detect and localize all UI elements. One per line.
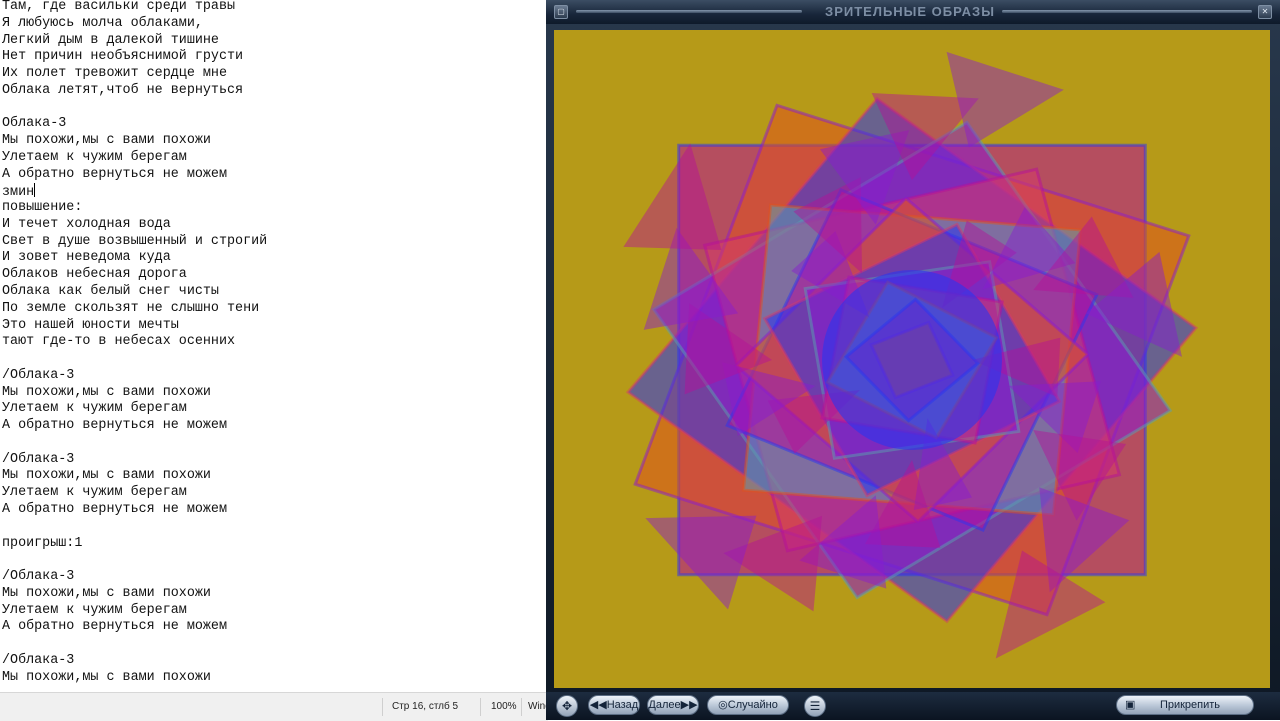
status-separator — [480, 698, 481, 716]
pin-icon: ▣ — [1125, 699, 1136, 711]
editor-line: Улетаем к чужим берегам — [2, 401, 187, 417]
editor-line: змин — [2, 183, 36, 201]
editor-line: Мы похожи,мы с вами похожи — [2, 133, 211, 149]
status-bar: Стр 16, стлб 5 100% Wind — [0, 692, 548, 721]
editor-line: /Облака-3 — [2, 652, 75, 668]
shuffle-icon: ◎ — [718, 699, 728, 711]
editor-line: проигрыш:1 — [2, 535, 83, 551]
editor-line: Облака летят,чтоб не вернуться — [2, 82, 244, 98]
editor-line: А обратно вернуться не можем — [2, 501, 227, 517]
minimize-icon[interactable]: ▢ — [554, 5, 568, 19]
editor-line — [2, 552, 267, 569]
editor-line: Это нашей юности мечты — [2, 317, 179, 333]
editor-line — [2, 351, 267, 368]
title-rail-left — [576, 10, 802, 13]
status-zoom: 100% — [491, 701, 517, 712]
editor-line: Мы похожи,мы с вами похожи — [2, 585, 211, 601]
visual-core — [822, 270, 1002, 450]
editor-line: Улетаем к чужим берегам — [2, 602, 187, 618]
kaleidoscope-visual — [623, 51, 1199, 659]
editor-line: Облака-3 — [2, 116, 67, 132]
editor-line — [2, 636, 267, 653]
editor-line: повышение: — [2, 200, 83, 216]
editor-line: А обратно вернуться не можем — [2, 418, 227, 434]
editor-line: Свет в душе возвышенный и строгий — [2, 233, 268, 249]
editor-line: Их полет тревожит сердце мне — [2, 66, 227, 82]
visualizer-titlebar[interactable]: ▢ ЗРИТЕЛЬНЫЕ ОБРАЗЫ ✕ — [546, 0, 1280, 24]
editor-line: /Облака-3 — [2, 451, 75, 467]
editor-line: Улетаем к чужим берегам — [2, 485, 187, 501]
status-cursor-position: Стр 16, стлб 5 — [392, 701, 459, 712]
status-separator — [521, 698, 522, 716]
text-editor-area[interactable]: Там, где васильки среди травы Я любуюсь м… — [0, 0, 545, 692]
visualizer-window: ▢ ЗРИТЕЛЬНЫЕ ОБРАЗЫ ✕ ✥ ◀◀Назад Далее▶▶ … — [546, 0, 1280, 720]
editor-line: Облака как белый снег чисты — [2, 284, 219, 300]
editor-line — [2, 435, 267, 452]
status-encoding: Wind — [528, 701, 548, 712]
next-button[interactable]: Далее▶▶ — [647, 695, 699, 715]
move-icon[interactable]: ✥ — [556, 695, 578, 717]
back-button[interactable]: ◀◀Назад — [588, 695, 640, 715]
editor-line: И зовет неведома куда — [2, 250, 171, 266]
editor-lines: Там, где васильки среди травы Я любуюсь м… — [2, 0, 267, 686]
visual-shard — [645, 515, 757, 610]
rewind-icon: ◀◀ — [589, 699, 607, 711]
editor-line: /Облака-3 — [2, 367, 75, 383]
visualizer-title: ЗРИТЕЛЬНЫЕ ОБРАЗЫ — [825, 4, 995, 19]
editor-line: Мы похожи,мы с вами похожи — [2, 669, 211, 685]
visualization-canvas[interactable] — [554, 30, 1270, 688]
editor-line: Улетаем к чужим берегам — [2, 149, 187, 165]
editor-line: По земле скользят не слышно тени — [2, 300, 260, 316]
status-separator — [382, 698, 383, 716]
editor-line: Облаков небесная дорога — [2, 267, 187, 283]
editor-line — [2, 519, 267, 536]
editor-line: Я любуюсь молча облаками, — [2, 15, 203, 31]
editor-line: Легкий дым в далекой тишине — [2, 32, 219, 48]
pin-button[interactable]: ▣ Прикрепить — [1116, 695, 1254, 715]
editor-line: /Облака-3 — [2, 569, 75, 585]
forward-icon: ▶▶ — [680, 699, 698, 711]
editor-line: Там, где васильки среди травы — [2, 0, 236, 14]
editor-line: А обратно вернуться не можем — [2, 619, 227, 635]
editor-line: Мы похожи,мы с вами похожи — [2, 384, 211, 400]
editor-line: И течет холодная вода — [2, 216, 171, 232]
close-icon[interactable]: ✕ — [1258, 5, 1272, 19]
random-button[interactable]: ◎Случайно — [707, 695, 789, 715]
title-rail-right — [1002, 10, 1252, 13]
editor-line: Нет причин необъяснимой грусти — [2, 49, 244, 65]
editor-line — [2, 100, 267, 117]
options-menu-icon[interactable]: ☰ — [804, 695, 826, 717]
editor-line: А обратно вернуться не можем — [2, 166, 227, 182]
visualizer-toolbar: ✥ ◀◀Назад Далее▶▶ ◎Случайно ☰ ▣ Прикрепи… — [546, 692, 1280, 720]
editor-line: тают где-то в небесах осенних — [2, 334, 236, 350]
editor-line: Мы похожи,мы с вами похожи — [2, 468, 211, 484]
text-caret — [34, 183, 36, 198]
